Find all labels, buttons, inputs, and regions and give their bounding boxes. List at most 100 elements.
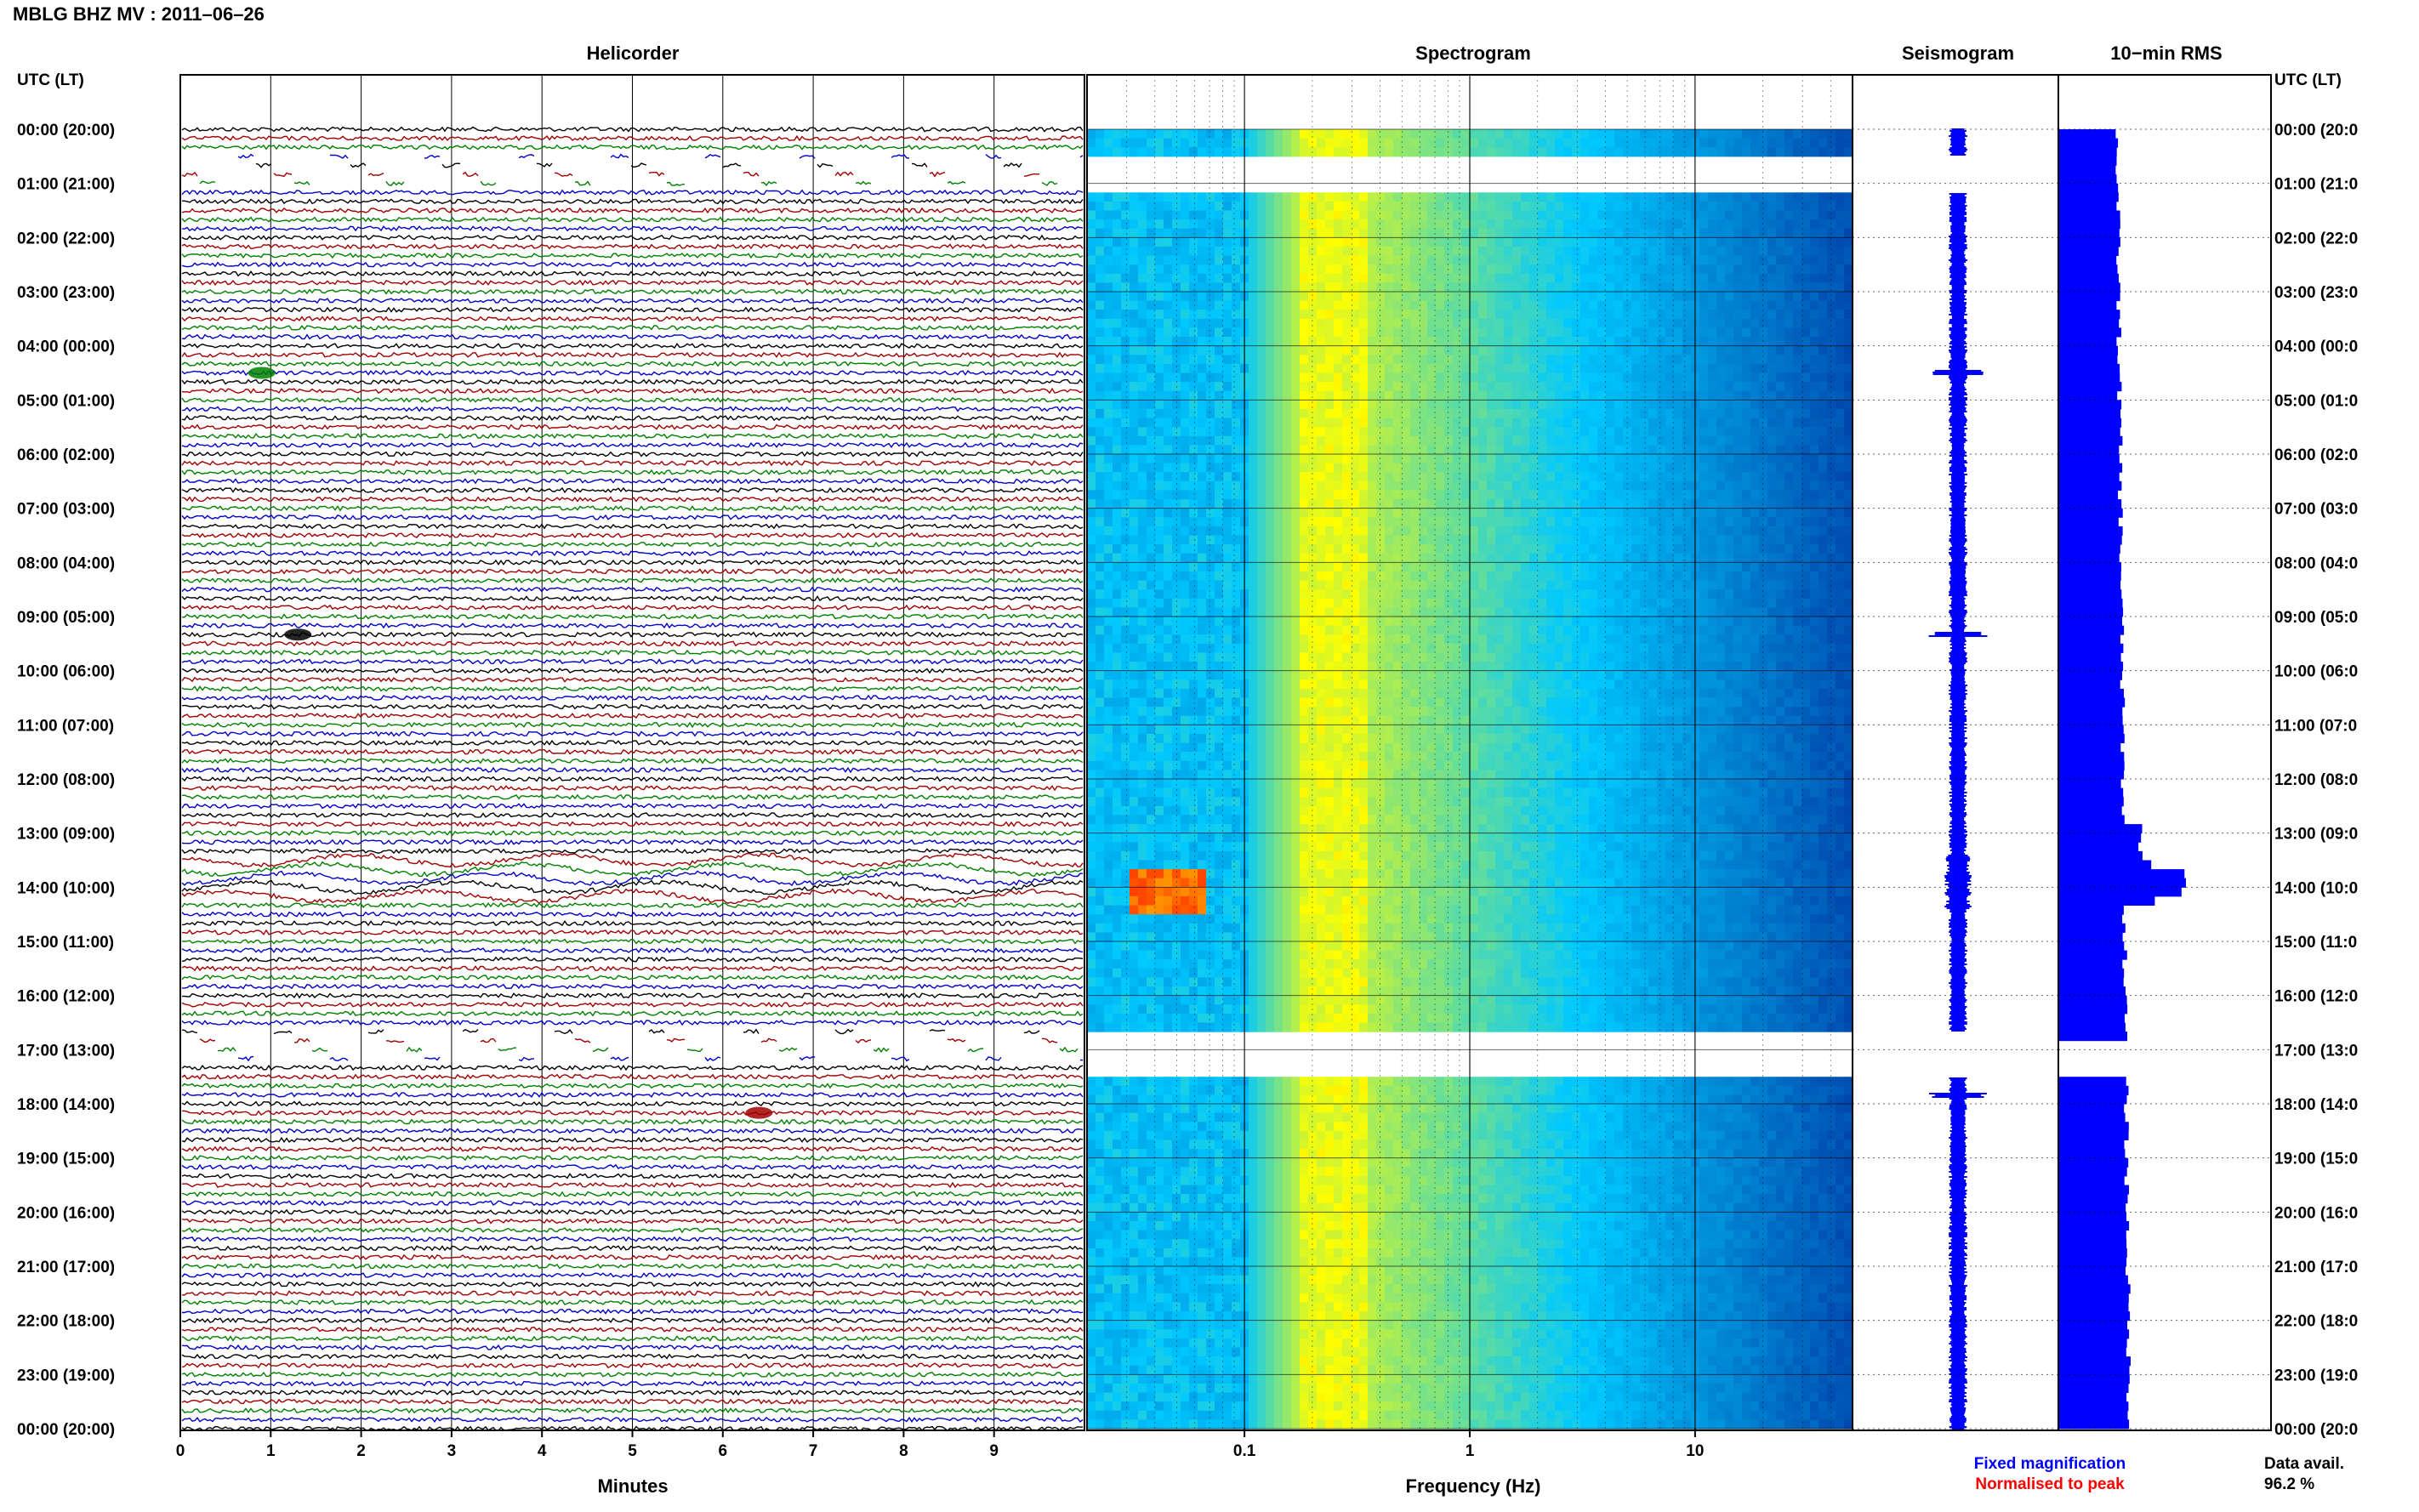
spectrogram-cell xyxy=(1410,544,1420,554)
spectrogram-cell xyxy=(1308,300,1318,310)
spectrogram-cell xyxy=(1597,273,1607,283)
spectrogram-cell xyxy=(1206,337,1215,347)
spectrogram-cell xyxy=(1096,499,1105,509)
spectrogram-cell xyxy=(1113,390,1122,401)
spectrogram-cell xyxy=(1334,553,1343,563)
spectrogram-cell xyxy=(1087,210,1096,220)
spectrogram-cell xyxy=(1189,255,1198,265)
spectrogram-cell xyxy=(1648,310,1658,320)
spectrogram-cell xyxy=(1164,219,1173,230)
spectrogram-cell xyxy=(1529,454,1539,464)
spectrogram-cell xyxy=(1597,598,1607,608)
spectrogram-cell xyxy=(1283,282,1292,293)
spectrogram-cell xyxy=(1657,553,1666,563)
spectrogram-cell xyxy=(1470,571,1479,582)
spectrogram-cell xyxy=(1478,400,1488,410)
spectrogram-cell xyxy=(1453,408,1462,419)
spectrogram-cell xyxy=(1368,292,1377,302)
spectrogram-cell xyxy=(1087,508,1096,518)
spectrogram-cell xyxy=(1504,390,1513,401)
spectrogram-cell xyxy=(1546,427,1556,437)
spectrogram-cell xyxy=(1597,499,1607,509)
spectrogram-cell xyxy=(1436,634,1445,645)
spectrogram-cell xyxy=(1198,201,1207,212)
spectrogram-cell xyxy=(1436,480,1445,491)
spectrogram-cell xyxy=(1708,544,1717,554)
spectrogram-cell xyxy=(1257,571,1266,582)
spectrogram-cell xyxy=(1334,580,1343,590)
spectrogram-cell xyxy=(1181,327,1190,338)
spectrogram-cell xyxy=(1130,129,1139,139)
spectrogram-cell xyxy=(1784,617,1794,627)
spectrogram-cell xyxy=(1164,310,1173,320)
spectrogram-cell xyxy=(1708,337,1717,347)
spectrogram-cell xyxy=(1266,327,1275,338)
spectrogram-cell xyxy=(1130,580,1139,590)
spectrogram-cell xyxy=(1257,237,1266,247)
spectrogram-cell xyxy=(1538,454,1547,464)
spectrogram-cell xyxy=(1640,327,1649,338)
spectrogram-cell xyxy=(1555,499,1564,509)
spectrogram-cell xyxy=(1410,228,1420,238)
spectrogram-cell xyxy=(1597,607,1607,617)
spectrogram-cell xyxy=(1563,282,1573,293)
spectrogram-cell xyxy=(1300,418,1309,428)
spectrogram-cell xyxy=(1087,292,1096,302)
spectrogram-cell xyxy=(1657,617,1666,627)
spectrogram-cell xyxy=(1504,454,1513,464)
spectrogram-cell xyxy=(1121,435,1130,446)
spectrogram-cell xyxy=(1121,643,1130,653)
spectrogram-cell xyxy=(1147,517,1156,527)
spectrogram-cell xyxy=(1461,418,1471,428)
spectrogram-cell xyxy=(1733,382,1743,392)
spectrogram-cell xyxy=(1793,355,1802,365)
spectrogram-cell xyxy=(1767,219,1777,230)
spectrogram-cell xyxy=(1130,192,1139,202)
spectrogram-cell xyxy=(1444,327,1454,338)
spectrogram-cell xyxy=(1308,273,1318,283)
spectrogram-cell xyxy=(1155,490,1164,500)
spectrogram-cell xyxy=(1742,508,1751,518)
spectrogram-cell xyxy=(1393,382,1403,392)
spectrogram-cell xyxy=(1597,138,1607,148)
spectrogram-cell xyxy=(1682,418,1692,428)
spectrogram-cell xyxy=(1470,129,1479,139)
spectrogram-cell xyxy=(1215,499,1224,509)
spectrogram-cell xyxy=(1147,634,1156,645)
spectrogram-cell xyxy=(1614,327,1624,338)
spectrogram-cell xyxy=(1555,192,1564,202)
spectrogram-cell xyxy=(1767,147,1777,157)
spectrogram-cell xyxy=(1121,445,1130,455)
spectrogram-cell xyxy=(1538,490,1547,500)
spectrogram-cell xyxy=(1487,345,1496,355)
spectrogram-cell xyxy=(1512,427,1522,437)
spectrogram-cell xyxy=(1223,129,1232,139)
spectrogram-cell xyxy=(1198,517,1207,527)
spectrogram-cell xyxy=(1385,237,1394,247)
spectrogram-cell xyxy=(1113,327,1122,338)
spectrogram-cell xyxy=(1546,228,1556,238)
spectrogram-cell xyxy=(1385,607,1394,617)
spectrogram-cell xyxy=(1402,571,1411,582)
spectrogram-cell xyxy=(1444,643,1454,653)
spectrogram-cell xyxy=(1206,201,1215,212)
spectrogram-cell xyxy=(1819,408,1828,419)
spectrogram-cell xyxy=(1104,435,1113,446)
spectrogram-cell xyxy=(1563,400,1573,410)
spectrogram-cell xyxy=(1461,310,1471,320)
spectrogram-cell xyxy=(1716,490,1726,500)
spectrogram-cell xyxy=(1589,400,1598,410)
spectrogram-cell xyxy=(1291,237,1301,247)
spectrogram-cell xyxy=(1708,472,1717,482)
spectrogram-cell xyxy=(1283,408,1292,419)
spectrogram-cell xyxy=(1631,607,1641,617)
spectrogram-cell xyxy=(1436,282,1445,293)
spectrogram-cell xyxy=(1410,562,1420,572)
spectrogram-cell xyxy=(1232,337,1241,347)
spectrogram-cell xyxy=(1453,345,1462,355)
spectrogram-cell xyxy=(1631,463,1641,473)
spectrogram-cell xyxy=(1512,201,1522,212)
spectrogram-cell xyxy=(1155,480,1164,491)
spectrogram-cell xyxy=(1444,598,1454,608)
spectrogram-cell xyxy=(1232,535,1241,545)
